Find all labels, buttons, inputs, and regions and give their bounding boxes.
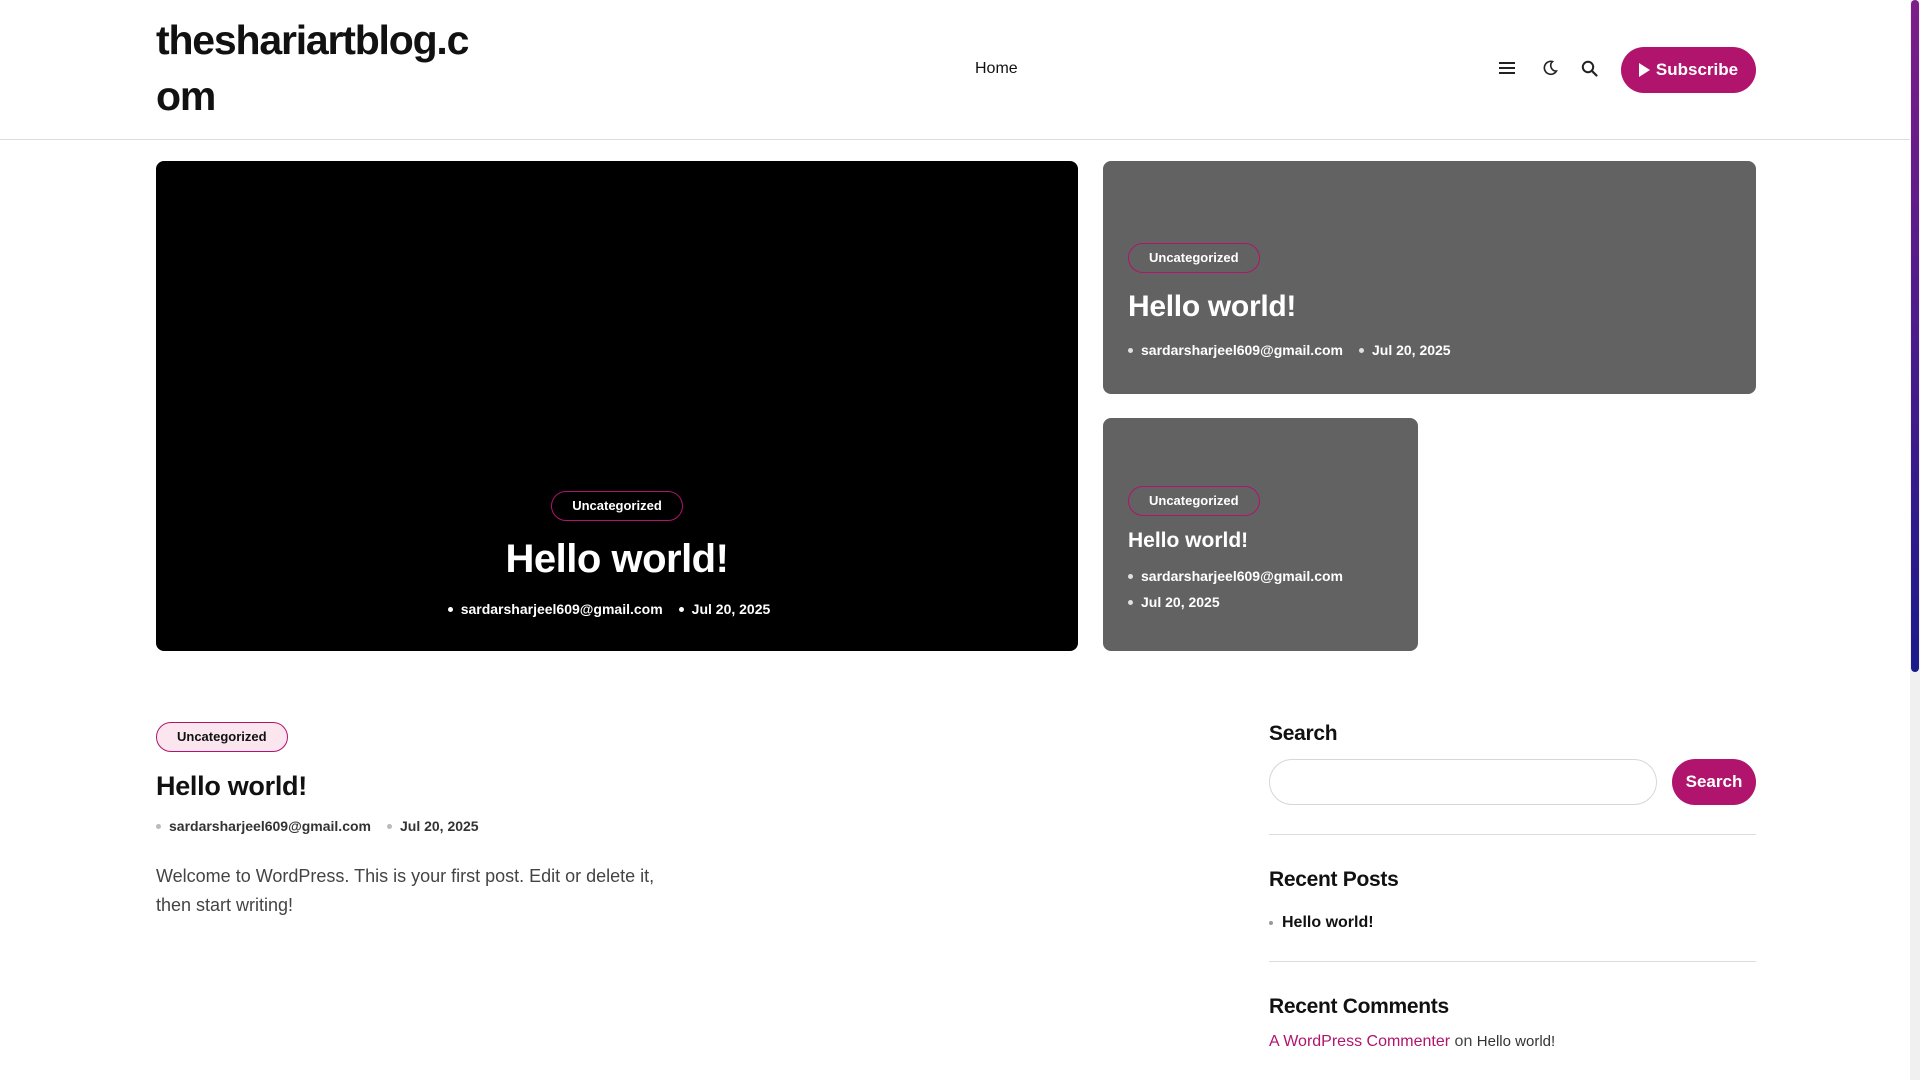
site-title[interactable]: theshariartblog.com — [156, 12, 486, 124]
post-list-item: Uncategorized Hello world! sardarsharjee… — [156, 722, 676, 920]
post-date[interactable]: Jul 20, 2025 — [386, 818, 479, 834]
scrollbar-thumb[interactable] — [1911, 0, 1919, 672]
author-text: sardarsharjeel609@gmail.com — [1141, 568, 1343, 584]
sidebar: Search Search Recent Posts Hello world! … — [1269, 722, 1756, 1051]
moon-icon[interactable] — [1539, 57, 1561, 79]
featured-post-bottom-right[interactable]: Uncategorized Hello world! sardarsharjee… — [1103, 418, 1418, 651]
bullet-icon — [1269, 921, 1273, 925]
search-icon[interactable] — [1578, 57, 1600, 79]
search-widget-title: Search — [1269, 722, 1338, 745]
post-date[interactable]: Jul 20, 2025 — [1358, 342, 1451, 358]
featured-post-top-right-content: Uncategorized Hello world! sardarsharjee… — [1128, 243, 1467, 358]
search-input[interactable] — [1269, 759, 1657, 805]
featured-post-top-right[interactable]: Uncategorized Hello world! sardarsharjee… — [1103, 161, 1756, 394]
recent-post-label: Hello world! — [1282, 914, 1374, 931]
search-form: Search — [1269, 759, 1756, 805]
date-text: Jul 20, 2025 — [399, 818, 479, 834]
post-title[interactable]: Hello world! — [156, 537, 1078, 581]
category-badge[interactable]: Uncategorized — [1128, 486, 1260, 516]
category-badge[interactable]: Uncategorized — [551, 491, 683, 521]
bullet-icon — [447, 606, 453, 612]
bullet-icon — [1358, 347, 1364, 353]
comment-connector: on — [1454, 1033, 1473, 1050]
post-author[interactable]: sardarsharjeel609@gmail.com — [1128, 342, 1343, 358]
post-date[interactable]: Jul 20, 2025 — [678, 601, 771, 617]
author-text: sardarsharjeel609@gmail.com — [460, 601, 663, 617]
featured-post-bottom-right-content: Uncategorized Hello world! sardarsharjee… — [1128, 486, 1359, 610]
divider — [1269, 834, 1756, 835]
post-excerpt: Welcome to WordPress. This is your first… — [156, 866, 655, 915]
play-icon — [1638, 63, 1650, 77]
post-meta: sardarsharjeel609@gmail.com Jul 20, 2025 — [156, 818, 676, 834]
date-text: Jul 20, 2025 — [1141, 594, 1220, 610]
date-text: Jul 20, 2025 — [1371, 342, 1451, 358]
bullet-icon — [1128, 599, 1133, 605]
bullet-icon — [386, 823, 392, 829]
post-meta: sardarsharjeel609@gmail.com Jul 20, 2025 — [1128, 568, 1359, 610]
recent-posts-title: Recent Posts — [1269, 868, 1399, 891]
post-author[interactable]: sardarsharjeel609@gmail.com — [1128, 568, 1343, 584]
bullet-icon — [1128, 347, 1133, 353]
category-badge[interactable]: Uncategorized — [1128, 243, 1260, 273]
date-text: Jul 20, 2025 — [691, 601, 771, 617]
post-meta: sardarsharjeel609@gmail.com Jul 20, 2025 — [1128, 342, 1467, 358]
subscribe-label: Subscribe — [1655, 60, 1739, 79]
divider — [1269, 961, 1756, 962]
featured-post-large[interactable]: Uncategorized Hello world! sardarsharjee… — [156, 161, 1078, 651]
recent-comment: A WordPress Commenter on Hello world! — [1269, 1033, 1756, 1051]
bullet-icon — [1128, 573, 1133, 579]
post-title[interactable]: Hello world! — [1128, 290, 1467, 324]
comment-post-link[interactable]: Hello world! — [1477, 1033, 1555, 1050]
category-badge[interactable]: Uncategorized — [156, 722, 288, 752]
post-date[interactable]: Jul 20, 2025 — [1128, 594, 1220, 610]
site-header: theshariartblog.com Home Subscribe — [0, 0, 1910, 140]
bullet-icon — [678, 606, 684, 612]
recent-post-link[interactable]: Hello world! — [1269, 914, 1756, 932]
post-title[interactable]: Hello world! — [1128, 528, 1359, 554]
bullet-icon — [156, 823, 161, 829]
menu-icon[interactable] — [1496, 57, 1518, 79]
post-author[interactable]: sardarsharjeel609@gmail.com — [447, 601, 663, 617]
recent-comments-title: Recent Comments — [1269, 995, 1449, 1018]
comment-author-link[interactable]: A WordPress Commenter — [1269, 1033, 1450, 1050]
featured-post-large-content: Uncategorized Hello world! sardarsharjee… — [156, 491, 1078, 617]
search-button[interactable]: Search — [1672, 759, 1756, 805]
author-text: sardarsharjeel609@gmail.com — [169, 818, 371, 834]
nav-home-link[interactable]: Home — [975, 60, 1018, 78]
post-author[interactable]: sardarsharjeel609@gmail.com — [156, 818, 371, 834]
author-text: sardarsharjeel609@gmail.com — [1141, 342, 1343, 358]
subscribe-button[interactable]: Subscribe — [1621, 47, 1756, 93]
post-meta: sardarsharjeel609@gmail.com Jul 20, 2025 — [156, 601, 1078, 617]
post-title[interactable]: Hello world! — [156, 770, 676, 802]
